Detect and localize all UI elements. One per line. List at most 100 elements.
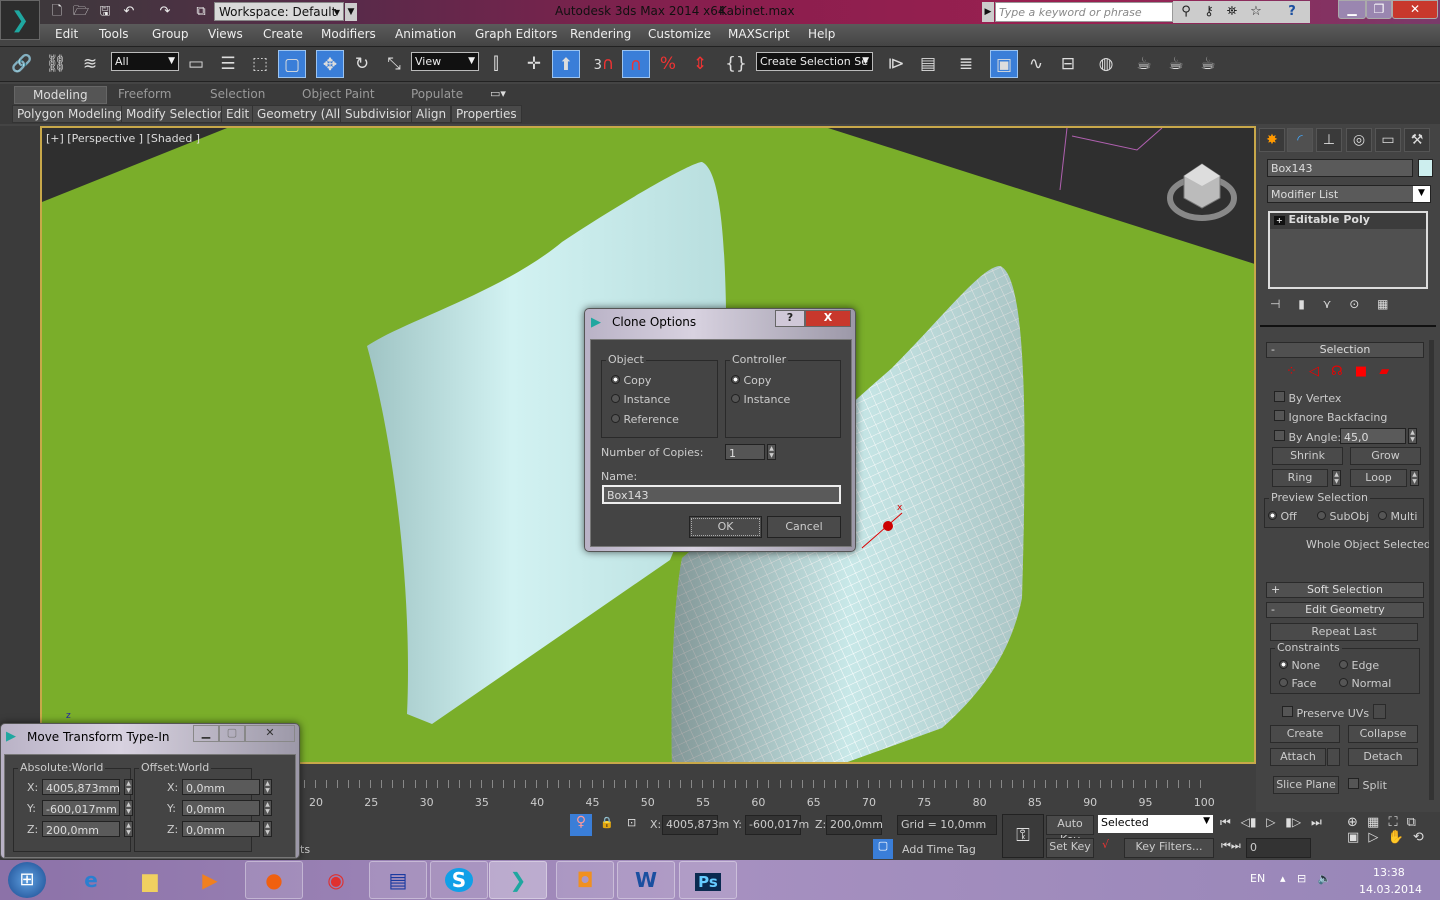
angle-spinner[interactable]: ▲ ▼ xyxy=(1408,428,1417,444)
motion-tab-icon[interactable]: ◎ xyxy=(1346,128,1372,152)
ring-spinner[interactable]: ▲ ▼ xyxy=(1332,470,1341,486)
align-icon[interactable]: ▤ xyxy=(914,50,942,78)
favorites-star-icon[interactable]: ☆ xyxy=(1247,3,1265,21)
render-setup-icon[interactable]: ☕ xyxy=(1130,50,1158,78)
clock-date[interactable]: 14.03.2014 xyxy=(1359,883,1422,896)
spinner-snap-icon[interactable]: ⇕ xyxy=(686,50,714,78)
menu-modifiers[interactable]: Modifiers xyxy=(321,27,376,41)
firefox-icon[interactable]: ● xyxy=(245,861,303,899)
minimize-button[interactable]: ▁ xyxy=(1338,0,1366,19)
select-and-move-icon[interactable]: ✥ xyxy=(316,50,344,78)
offset-x-spinner[interactable]: ▲ ▼ xyxy=(263,779,272,795)
open-file-icon[interactable]: 🗁 xyxy=(72,3,90,21)
reference-coordinate-dropdown[interactable]: View xyxy=(411,52,479,71)
offset-y-spinner[interactable]: ▲ ▼ xyxy=(263,800,272,816)
attach-button[interactable]: Attach xyxy=(1270,748,1326,766)
absolute-z-field[interactable]: 200,0mm xyxy=(42,821,120,837)
ribbon-panel-edit[interactable]: Edit xyxy=(221,105,255,123)
edit-geometry-rollout-header[interactable]: - Edit Geometry xyxy=(1266,602,1424,618)
menu-rendering[interactable]: Rendering xyxy=(570,27,631,41)
percent-snap-icon[interactable]: % xyxy=(654,50,682,78)
select-and-rotate-icon[interactable]: ↻ xyxy=(348,50,376,78)
menu-edit[interactable]: Edit xyxy=(55,27,78,41)
create-button[interactable]: Create xyxy=(1270,725,1340,743)
ok-button[interactable]: OK xyxy=(689,516,762,538)
select-and-scale-icon[interactable]: ⤡ xyxy=(380,50,408,78)
preserve-uvs-checkbox[interactable]: Preserve UVs xyxy=(1282,706,1369,720)
workspace-dropdown[interactable]: Workspace: Default ▼ xyxy=(214,2,344,21)
name-field[interactable]: Box143 xyxy=(602,485,841,504)
absolute-y-spinner[interactable]: ▲ ▼ xyxy=(124,800,133,816)
selection-filter-dropdown[interactable]: All xyxy=(111,52,179,71)
object-instance-radio[interactable]: Instance xyxy=(611,393,670,406)
binoculars-icon[interactable]: ⚲ xyxy=(1177,3,1195,21)
snaps-toggle-icon[interactable]: 3∩ xyxy=(590,50,618,78)
project-folder-icon[interactable]: ⧉ xyxy=(192,3,210,21)
dialog-close-button[interactable]: ✕ xyxy=(245,725,295,742)
time-tag-icon[interactable]: ▢ xyxy=(873,839,893,859)
modify-tab-icon[interactable]: ◜ xyxy=(1287,128,1313,152)
start-button[interactable]: ⊞ xyxy=(8,862,46,898)
photo-app-icon[interactable]: ◘ xyxy=(556,861,614,899)
menu-create[interactable]: Create xyxy=(263,27,303,41)
subobject-level-icons[interactable]: ⁘ ◁ ☊ ■ ▰ xyxy=(1286,364,1389,379)
render-production-icon[interactable]: ☕ xyxy=(1194,50,1222,78)
absolute-mode-icon[interactable]: ⊡ xyxy=(627,816,636,829)
offset-z-spinner[interactable]: ▲ ▼ xyxy=(263,821,272,837)
object-copy-radio[interactable]: Copy xyxy=(611,374,651,387)
menu-help[interactable]: Help xyxy=(808,27,835,41)
window-crossing-icon[interactable]: ▢ xyxy=(278,50,306,78)
y-coordinate-field[interactable]: -600,017m xyxy=(745,815,809,835)
key-mode-dropdown[interactable]: Selected ▼ xyxy=(1098,815,1213,833)
absolute-x-spinner[interactable]: ▲ ▼ xyxy=(124,779,133,795)
controller-instance-radio[interactable]: Instance xyxy=(731,393,790,406)
soft-selection-rollout-header[interactable]: + Soft Selection xyxy=(1266,582,1424,598)
ribbon-panel-modify-selection[interactable]: Modify Selection xyxy=(121,105,230,123)
absolute-x-field[interactable]: 4005,873mm xyxy=(42,779,120,795)
ribbon-tab-modeling[interactable]: Modeling xyxy=(14,86,107,104)
playback-controls[interactable]: ⏮ ◁▮ ▷ ▮▷ ⏭ xyxy=(1220,815,1322,830)
select-by-name-icon[interactable]: ☰ xyxy=(214,50,242,78)
ribbon-panel-subdivision[interactable]: Subdivision xyxy=(340,105,419,123)
menu-customize[interactable]: Customize xyxy=(648,27,711,41)
ignore-backfacing-checkbox[interactable]: Ignore Backfacing xyxy=(1274,410,1387,424)
by-vertex-checkbox[interactable]: By Vertex xyxy=(1274,391,1341,405)
save-floppy-icon[interactable]: ▤ xyxy=(369,861,427,899)
modifier-list-dropdown[interactable]: Modifier List ▼ xyxy=(1267,185,1431,203)
edit-named-selection-icon[interactable]: {} xyxy=(722,50,750,78)
explorer-folder-icon[interactable]: ▆ xyxy=(121,861,179,899)
track-bar[interactable]: 20 25 30 35 40 45 50 55 60 65 70 75 80 85 90 95 100 xyxy=(300,764,1256,814)
preview-multi-radio[interactable]: Multi xyxy=(1378,510,1417,523)
viewport-navigation-controls[interactable]: ⊕ ▦ ⛶ ⧉ ▣ ▷ ✋ ⟲ xyxy=(1347,815,1424,845)
preview-subobj-radio[interactable]: SubObj xyxy=(1317,510,1369,523)
isolate-selection-icon[interactable]: ♀ xyxy=(570,814,592,836)
copies-spinner[interactable]: ▲ ▼ xyxy=(767,444,776,460)
pivot-center-icon[interactable]: ⫿ xyxy=(482,50,510,78)
stack-item-editable-poly[interactable]: + Editable Poly xyxy=(1270,213,1426,229)
bind-space-warp-icon[interactable]: ≋ xyxy=(76,50,104,78)
save-icon[interactable]: 🖫 xyxy=(96,3,114,21)
utilities-tab-icon[interactable]: ⚒ xyxy=(1404,128,1430,152)
ribbon-options-icon[interactable]: ▭▾ xyxy=(490,87,506,100)
add-time-tag-button[interactable]: Add Time Tag xyxy=(902,843,976,856)
split-checkbox[interactable]: Split xyxy=(1348,778,1387,792)
object-color-swatch[interactable] xyxy=(1418,159,1433,177)
search-input[interactable]: Type a keyword or phrase xyxy=(995,2,1173,22)
undo-icon[interactable]: ↶ xyxy=(120,3,138,21)
hierarchy-tab-icon[interactable]: ⊥ xyxy=(1316,128,1342,152)
link-icon[interactable]: 🔗 xyxy=(8,50,36,78)
help-icon[interactable]: ? xyxy=(1283,3,1301,21)
modifier-stack[interactable]: + Editable Poly xyxy=(1268,211,1428,289)
rendered-frame-window-icon[interactable]: ☕ xyxy=(1162,50,1190,78)
controller-copy-radio[interactable]: Copy xyxy=(731,374,771,387)
restore-button[interactable]: ❐ xyxy=(1366,0,1392,19)
key-icon[interactable]: ⚷ xyxy=(1200,3,1218,21)
clock-time[interactable]: 13:38 xyxy=(1373,866,1405,879)
3dsmax-taskbar-icon[interactable]: ❯ xyxy=(489,861,547,899)
current-frame-field[interactable]: 0 xyxy=(1246,838,1311,858)
display-tab-icon[interactable]: ▭ xyxy=(1375,128,1401,152)
ribbon-panel-geometry[interactable]: Geometry (All) xyxy=(252,105,350,123)
key-mode-toggle-icon[interactable]: ⏮⏭ xyxy=(1221,839,1241,853)
new-file-icon[interactable]: 🗋 xyxy=(48,3,66,21)
by-angle-checkbox[interactable]: By Angle: xyxy=(1274,430,1341,444)
